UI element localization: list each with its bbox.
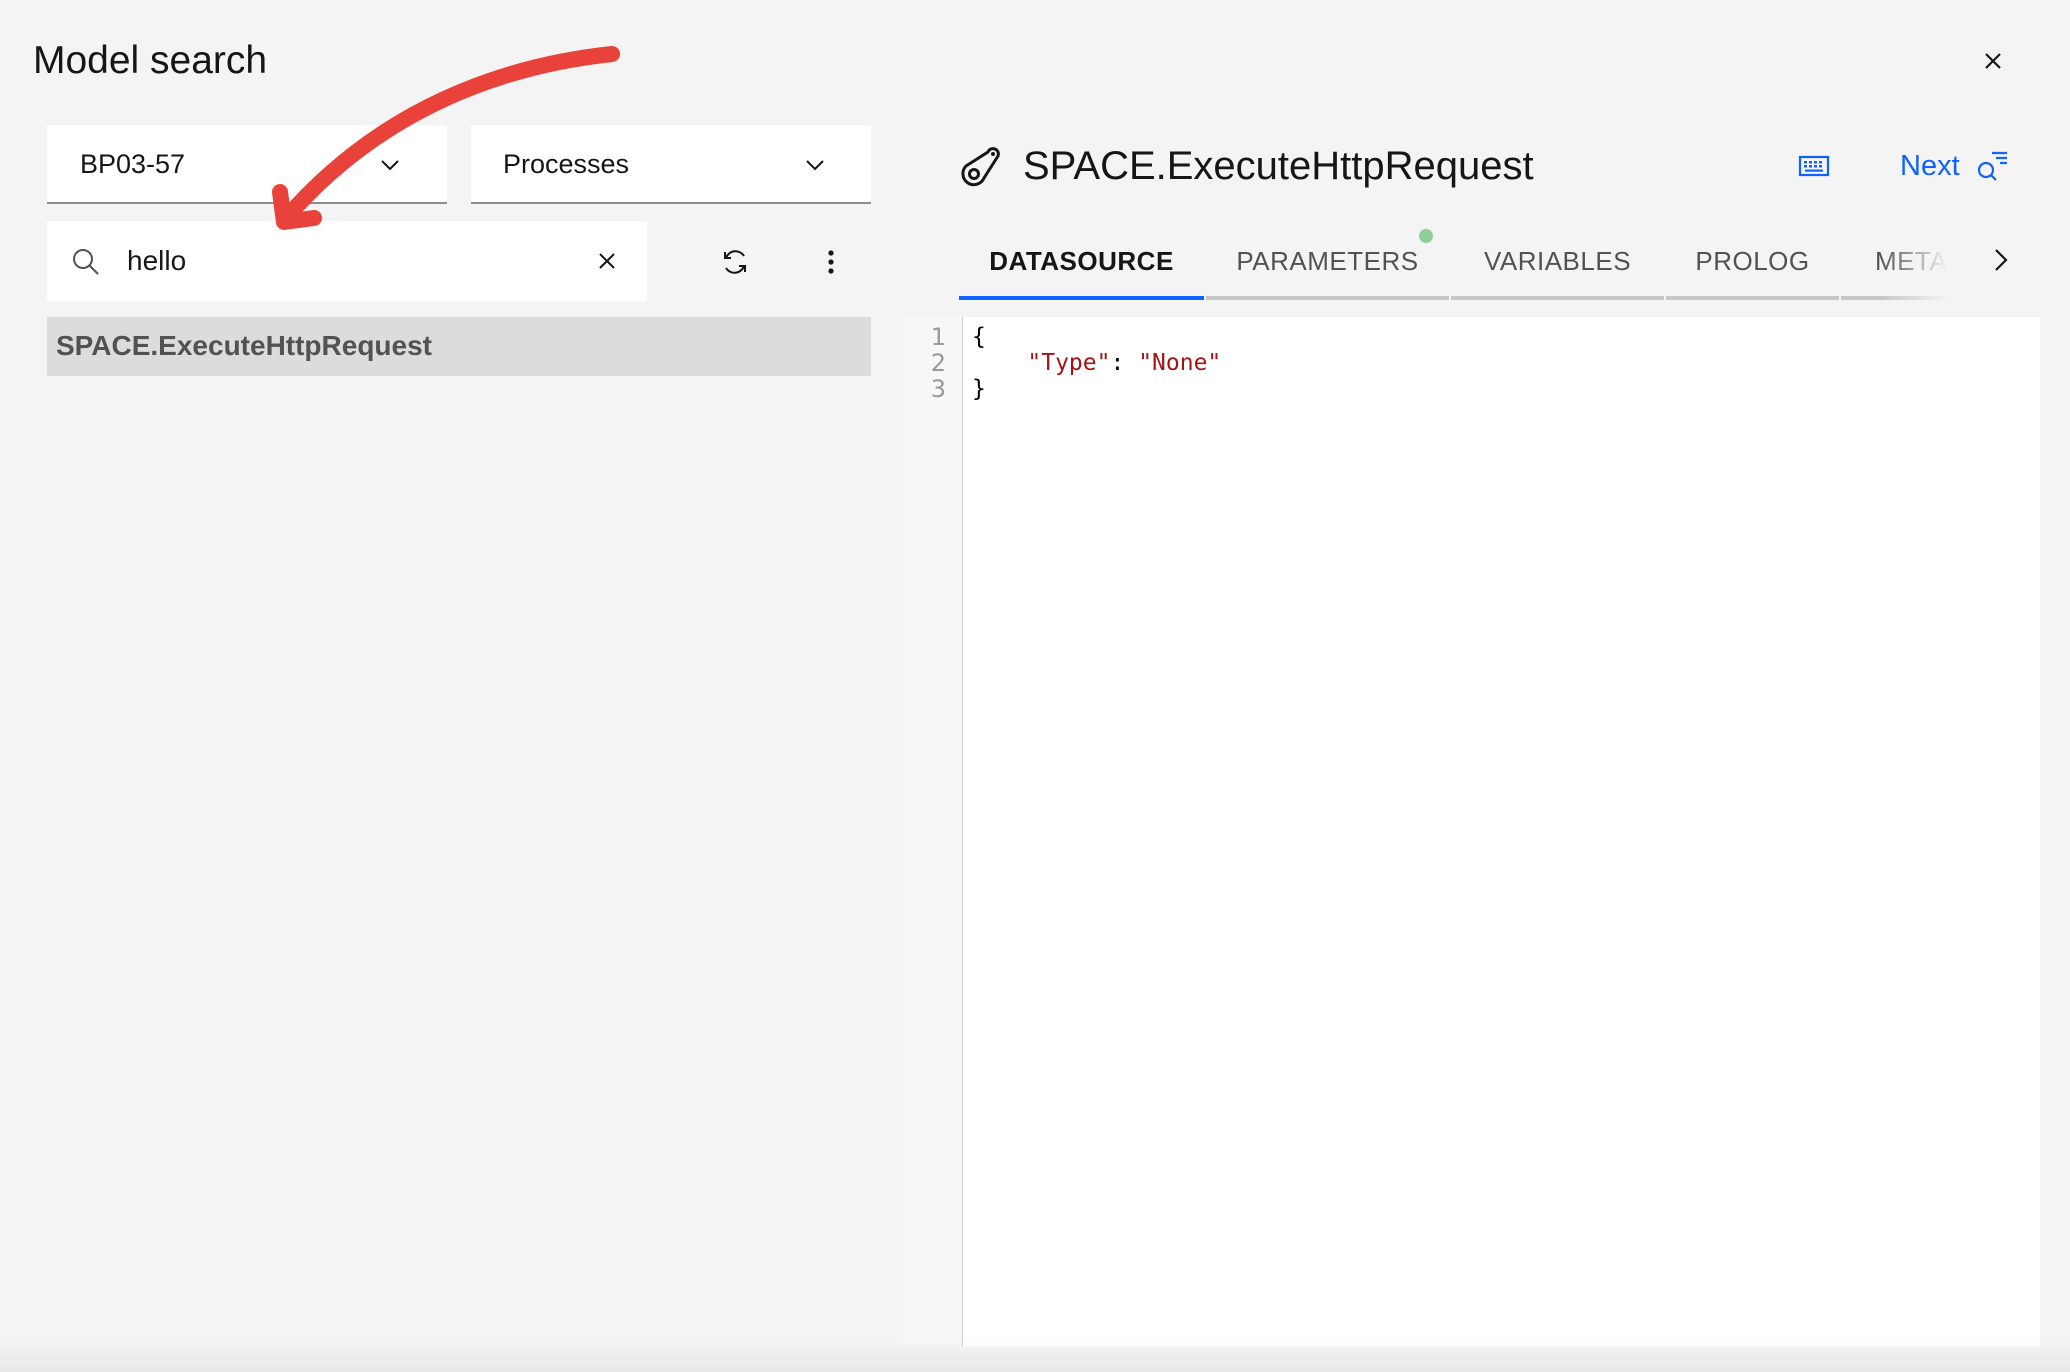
next-result-button[interactable]: Next <box>1900 146 2010 186</box>
result-item-label: SPACE.ExecuteHttpRequest <box>56 330 433 361</box>
code-token-brace: } <box>972 376 986 402</box>
next-label: Next <box>1900 149 1960 182</box>
refresh-icon <box>724 250 746 274</box>
tab-datasource[interactable]: DATASOURCE <box>959 230 1204 300</box>
modified-indicator-dot <box>1419 229 1433 243</box>
tab-variables[interactable]: VARIABLES <box>1451 230 1664 300</box>
result-list-item[interactable]: SPACE.ExecuteHttpRequest <box>47 317 871 376</box>
tab-indicator <box>1666 296 1839 300</box>
object-type-dropdown[interactable]: Processes <box>471 125 871 204</box>
tab-indicator <box>1206 296 1449 300</box>
code-line: { <box>972 324 1221 350</box>
close-button[interactable] <box>1975 43 2011 79</box>
server-dropdown[interactable]: BP03-57 <box>47 125 447 204</box>
json-key: "Type" <box>1027 350 1111 376</box>
chevron-down-icon <box>806 160 824 171</box>
tab-indicator <box>1451 296 1664 300</box>
overflow-menu-vertical-icon <box>828 250 834 274</box>
tab-metadata[interactable]: METAD <box>1841 230 1959 300</box>
editor-gutter: 1 2 3 <box>903 317 963 1347</box>
scroll-tabs-right-button[interactable] <box>1986 245 2016 275</box>
search-input[interactable] <box>127 239 567 283</box>
detail-title: SPACE.ExecuteHttpRequest <box>1023 144 1534 188</box>
tab-label: DATASOURCE <box>989 246 1174 276</box>
code-line: "Type": "None" <box>972 350 1221 376</box>
tab-label: METAD <box>1875 246 1959 276</box>
chevron-right-icon <box>1995 249 2008 271</box>
keyboard-icon <box>1798 155 1830 177</box>
search-icon <box>73 249 99 275</box>
close-icon <box>1985 53 2001 69</box>
json-value: "None" <box>1138 350 1222 376</box>
code-token-brace: { <box>972 324 986 350</box>
tab-label: PROLOG <box>1695 246 1810 276</box>
tab-indicator <box>1841 296 1959 300</box>
chevron-down-icon <box>381 160 399 171</box>
object-type-dropdown-value: Processes <box>503 149 630 179</box>
json-separator: : <box>1110 350 1139 376</box>
line-number: 1 <box>930 323 946 351</box>
page-title: Model search <box>33 39 268 82</box>
editor-content[interactable]: { "Type": "None" } <box>972 324 1221 402</box>
tab-indicator <box>959 296 1204 300</box>
overflow-menu-button[interactable] <box>812 243 850 281</box>
close-icon <box>599 253 615 269</box>
process-icon <box>961 147 1000 187</box>
clear-search-button[interactable] <box>593 247 621 275</box>
keyboard-shortcuts-button[interactable] <box>1796 150 1832 182</box>
line-number: 3 <box>930 375 946 403</box>
server-dropdown-value: BP03-57 <box>80 149 186 179</box>
tab-label: PARAMETERS <box>1236 246 1419 276</box>
code-editor[interactable]: 1 2 3 { "Type": "None" } <box>903 317 2040 1347</box>
search-filter-icon <box>1977 151 2007 181</box>
tab-parameters[interactable]: PARAMETERS <box>1206 230 1449 300</box>
detail-tabs: DATASOURCE PARAMETERS VARIABLES PROLOG M… <box>959 230 1959 300</box>
tab-label: VARIABLES <box>1483 246 1632 276</box>
search-field <box>47 221 647 301</box>
line-number: 2 <box>930 349 946 377</box>
refresh-button[interactable] <box>716 243 754 281</box>
tab-prolog[interactable]: PROLOG <box>1666 230 1839 300</box>
code-line: } <box>972 376 1221 402</box>
